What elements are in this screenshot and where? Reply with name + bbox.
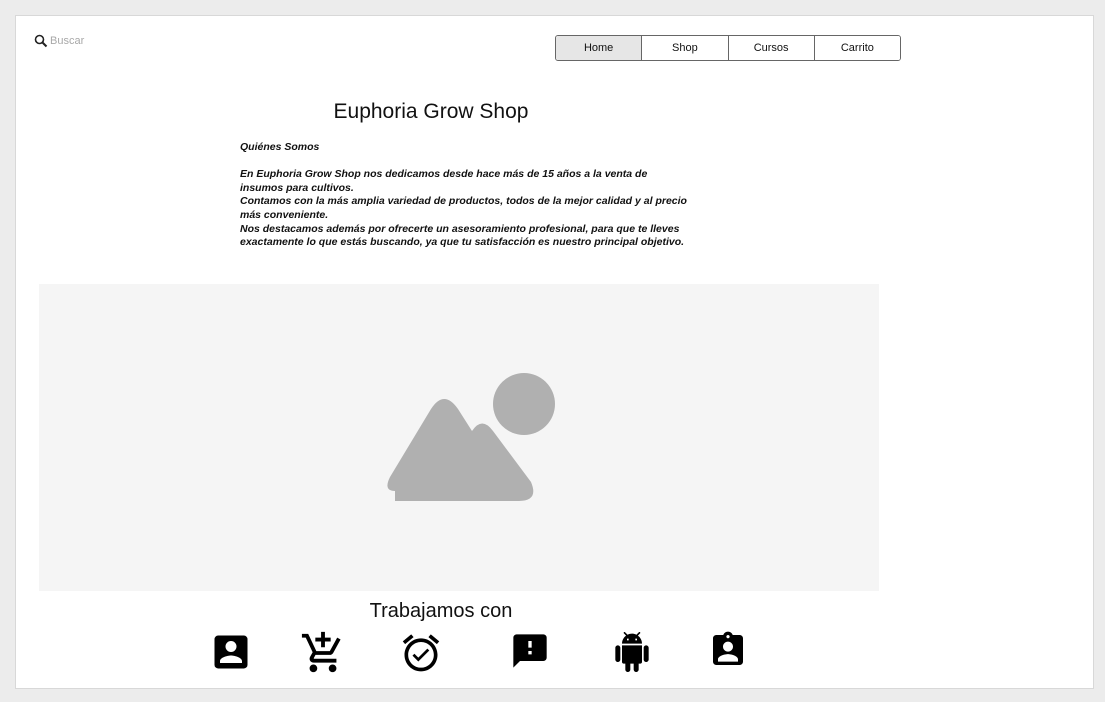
nav-item-carrito[interactable]: Carrito — [813, 36, 900, 60]
page-canvas: Home Shop Cursos Carrito Euphoria Grow S… — [15, 15, 1094, 689]
about-paragraph: Nos destacamos además por ofrecerte un a… — [240, 222, 685, 249]
about-paragraph: Contamos con la más amplia variedad de p… — [240, 195, 687, 221]
feedback-icon — [513, 634, 547, 668]
search-input[interactable] — [50, 35, 170, 47]
about-section: Quiénes Somos En Euphoria Grow Shop nos … — [240, 141, 690, 269]
search-icon — [34, 34, 48, 48]
nav-item-shop[interactable]: Shop — [641, 36, 728, 60]
assignment-ind-icon — [713, 631, 743, 665]
nav-item-home[interactable]: Home — [556, 36, 642, 60]
android-icon — [615, 632, 649, 672]
search-bar[interactable] — [34, 34, 170, 48]
nav-item-cursos[interactable]: Cursos — [727, 36, 814, 60]
add-shopping-cart-icon — [301, 631, 341, 673]
alarm-on-icon — [402, 634, 440, 672]
about-paragraph: En Euphoria Grow Shop nos dedicamos desd… — [240, 168, 648, 194]
main-nav: Home Shop Cursos Carrito — [555, 35, 901, 61]
page-title: Euphoria Grow Shop — [333, 100, 529, 123]
account-box-icon — [214, 635, 248, 669]
about-heading: Quiénes Somos — [240, 141, 320, 153]
hero-image-placeholder — [39, 284, 879, 591]
image-placeholder-icon — [387, 373, 555, 501]
partners-title: Trabajamos con — [369, 600, 513, 622]
